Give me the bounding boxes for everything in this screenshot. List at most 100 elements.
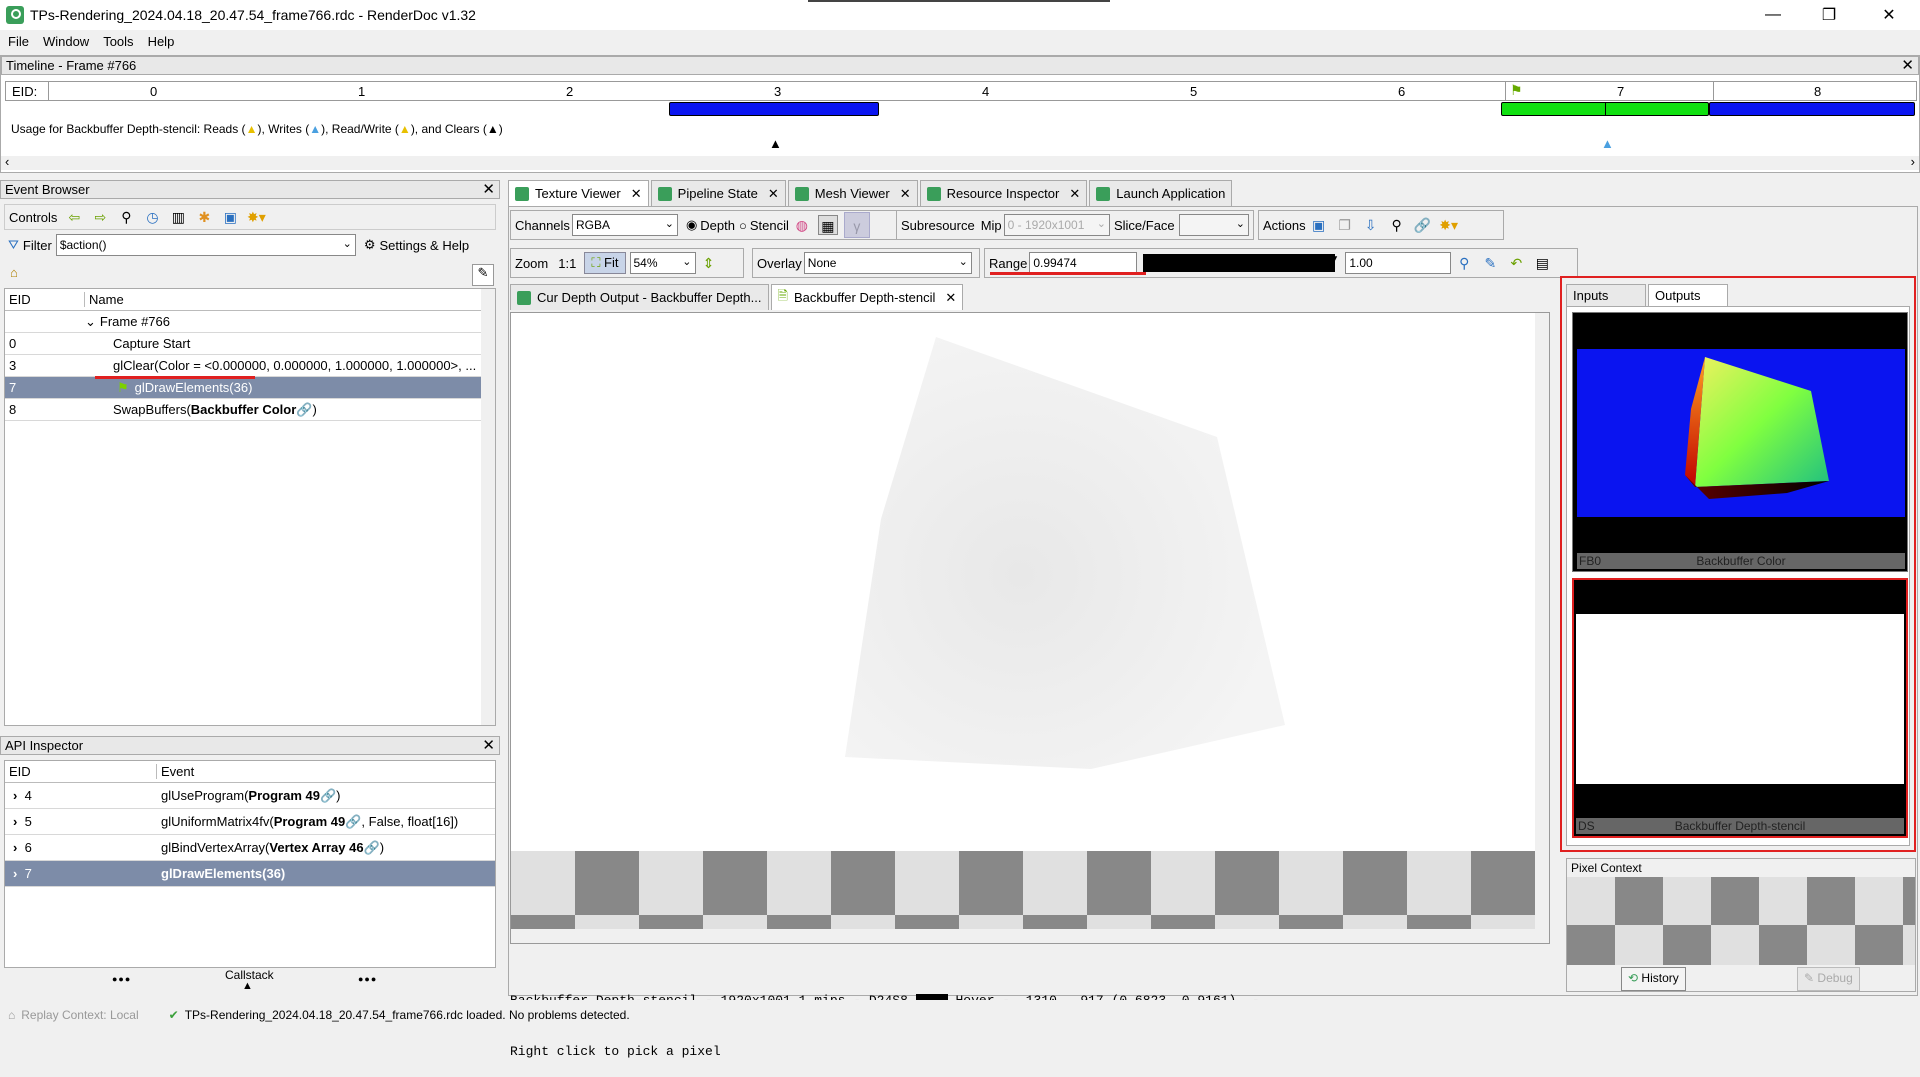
col-eid[interactable]: EID [5, 292, 85, 307]
fb0-thumbnail[interactable]: FB0 Backbuffer Color [1572, 312, 1908, 572]
event-row[interactable]: 0 Capture Start [5, 333, 495, 355]
event-row[interactable]: 3 glClear(Color = <0.000000, 0.000000, 1… [5, 355, 495, 377]
more-actions-icon[interactable]: ✸▾ [1439, 215, 1459, 235]
star-icon[interactable]: ✱ [194, 207, 214, 227]
zoom-range-icon[interactable]: ⚲ [1454, 253, 1474, 273]
timeline-marker-swap[interactable] [1709, 102, 1915, 116]
copy-icon[interactable]: ❐ [1335, 215, 1355, 235]
menu-help[interactable]: Help [140, 34, 181, 49]
tab-mesh-viewer[interactable]: Mesh Viewer ✕ [787, 180, 918, 206]
timeline-close-icon[interactable]: ✕ [1901, 57, 1914, 74]
tab-backbuffer-depth-stencil[interactable]: 🗎 Backbuffer Depth-stencil ✕ [770, 284, 964, 310]
scroll-left-icon[interactable]: ‹ [5, 154, 9, 169]
tab-cur-depth-output[interactable]: Cur Depth Output - Backbuffer Depth... [510, 284, 769, 310]
timeline-marker-clear[interactable] [669, 102, 879, 116]
menu-tools[interactable]: Tools [95, 34, 139, 49]
histogram-icon[interactable]: ▤ [1532, 253, 1552, 273]
tab-texture-viewer[interactable]: Texture Viewer ✕ [508, 180, 649, 206]
timer-icon[interactable]: ◷ [142, 207, 162, 227]
expand-arrow-icon[interactable]: › [13, 866, 17, 881]
binoculars-icon[interactable]: ⚲ [1387, 215, 1407, 235]
zoom-select[interactable]: 54% ⌄ [629, 252, 696, 274]
expand-chevron-icon[interactable]: ⌄ [85, 314, 96, 330]
scroll-right-icon[interactable]: › [1911, 154, 1915, 169]
save-icon[interactable]: ▣ [220, 207, 240, 227]
find-binoculars-icon[interactable]: ⚲ [116, 207, 136, 227]
splitter-dots-right[interactable]: ●●● [358, 974, 377, 984]
history-button[interactable]: ⟲ History [1621, 967, 1686, 991]
flip-y-icon[interactable]: ⇕ [699, 253, 719, 273]
prev-arrow-icon[interactable]: ⇦ [64, 207, 84, 227]
close-window-button[interactable]: ✕ [1866, 0, 1912, 30]
tab-outputs[interactable]: Outputs [1648, 284, 1728, 306]
channels-select[interactable]: RGBA ⌄ [571, 214, 678, 236]
color-wheel-icon[interactable]: ◍ [792, 215, 812, 235]
pixel-context-view[interactable] [1567, 877, 1915, 965]
callstack-arrow-icon[interactable]: ▲ [242, 980, 253, 992]
expand-arrow-icon[interactable]: › [13, 788, 17, 803]
overlay-select[interactable]: None ⌄ [803, 252, 972, 274]
expand-arrow-icon[interactable]: › [13, 814, 17, 829]
bookmark-icon[interactable]: ▥ [168, 207, 188, 227]
event-browser-close-icon[interactable]: ✕ [482, 181, 495, 198]
texture-canvas[interactable] [510, 312, 1550, 944]
tab-inputs[interactable]: Inputs [1566, 284, 1646, 306]
auto-fit-icon[interactable]: ✎ [1480, 253, 1500, 273]
ds-thumbnail[interactable]: DS Backbuffer Depth-stencil [1572, 578, 1908, 838]
link-icon[interactable]: 🔗 [320, 788, 336, 804]
range-max-input[interactable]: 1.00 [1345, 252, 1452, 274]
fit-button[interactable]: ⛶ Fit [584, 252, 626, 274]
filter-input[interactable]: $action() ⌄ [55, 234, 356, 256]
mip-select[interactable]: 0 - 1920x1001 ⌄ [1003, 214, 1110, 236]
canvas-vscrollbar[interactable] [1535, 313, 1549, 931]
api-row[interactable]: › 5 glUniformMatrix4fv(Program 49 🔗, Fals… [5, 809, 495, 835]
settings-help-button[interactable]: Settings & Help [379, 238, 469, 253]
menu-file[interactable]: File [0, 34, 35, 49]
api-col-event[interactable]: Event [157, 764, 194, 779]
api-row-selected[interactable]: › 7 glDrawElements(36) [5, 861, 495, 887]
splitter-dots-left[interactable]: ●●● [112, 974, 131, 984]
tools-dropdown-icon[interactable]: ✸▾ [246, 207, 266, 227]
api-row[interactable]: › 6 glBindVertexArray(Vertex Array 46 🔗) [5, 835, 495, 861]
api-col-eid[interactable]: EID [5, 764, 157, 779]
tab-close-icon[interactable]: ✕ [631, 186, 642, 202]
tab-resource-inspector[interactable]: Resource Inspector ✕ [919, 180, 1088, 206]
maximize-button[interactable]: ❐ [1806, 0, 1852, 30]
reset-range-icon[interactable]: ↶ [1506, 253, 1526, 273]
gamma-icon[interactable]: γ [843, 212, 870, 238]
debug-button[interactable]: ✎ Debug [1797, 967, 1860, 991]
api-row[interactable]: › 4 glUseProgram(Program 49 🔗) [5, 783, 495, 809]
timeline-scrollbar[interactable]: ‹ › [1, 154, 1919, 170]
edit-notes-icon[interactable]: ✎ [472, 264, 494, 286]
link-icon[interactable]: 🔗 [296, 402, 312, 418]
slice-face-select[interactable]: ⌄ [1178, 214, 1249, 236]
event-row-selected[interactable]: 7 ⚑ glDrawElements(36) [5, 377, 495, 399]
canvas-hscrollbar[interactable] [511, 929, 1549, 943]
tab-close-icon[interactable]: ✕ [945, 290, 956, 306]
link-icon[interactable]: 🔗 [345, 814, 361, 830]
checkerboard-icon[interactable]: ▦ [817, 215, 838, 235]
event-tree-scrollbar[interactable] [481, 289, 495, 725]
minimize-button[interactable]: — [1750, 0, 1796, 30]
col-name[interactable]: Name [85, 292, 124, 307]
menu-window[interactable]: Window [35, 34, 95, 49]
range-handle-icon[interactable]: ▼ [1329, 254, 1339, 265]
tab-close-icon[interactable]: ✕ [1069, 186, 1080, 202]
tab-pipeline-state[interactable]: Pipeline State ✕ [650, 180, 786, 206]
range-min-input[interactable]: 0.99474 [1029, 252, 1138, 274]
range-histogram[interactable]: ▼ [1143, 254, 1339, 272]
event-row-frame[interactable]: ⌄ Frame #766 [5, 311, 495, 333]
zoom-1to1-button[interactable]: 1:1 [558, 256, 576, 271]
depth-radio[interactable]: ◉ [686, 217, 697, 233]
link-icon[interactable]: 🔗 [364, 840, 380, 856]
replay-context-label[interactable]: Replay Context: Local [21, 1008, 138, 1022]
settings-gear-icon[interactable]: ⚙ [364, 237, 376, 253]
timeline-ruler[interactable]: EID: 0 1 2 3 4 5 6 ⚑ 7 8 [5, 81, 1917, 101]
home-icon[interactable]: ⌂ [10, 265, 18, 280]
open-texture-icon[interactable]: ⇩ [1361, 215, 1381, 235]
tab-close-icon[interactable]: ✕ [900, 186, 911, 202]
link-resource-icon[interactable]: 🔗 [1413, 215, 1433, 235]
tab-close-icon[interactable]: ✕ [768, 186, 779, 202]
tab-launch-application[interactable]: Launch Application [1089, 180, 1233, 206]
event-row[interactable]: 8 SwapBuffers(Backbuffer Color 🔗) [5, 399, 495, 421]
